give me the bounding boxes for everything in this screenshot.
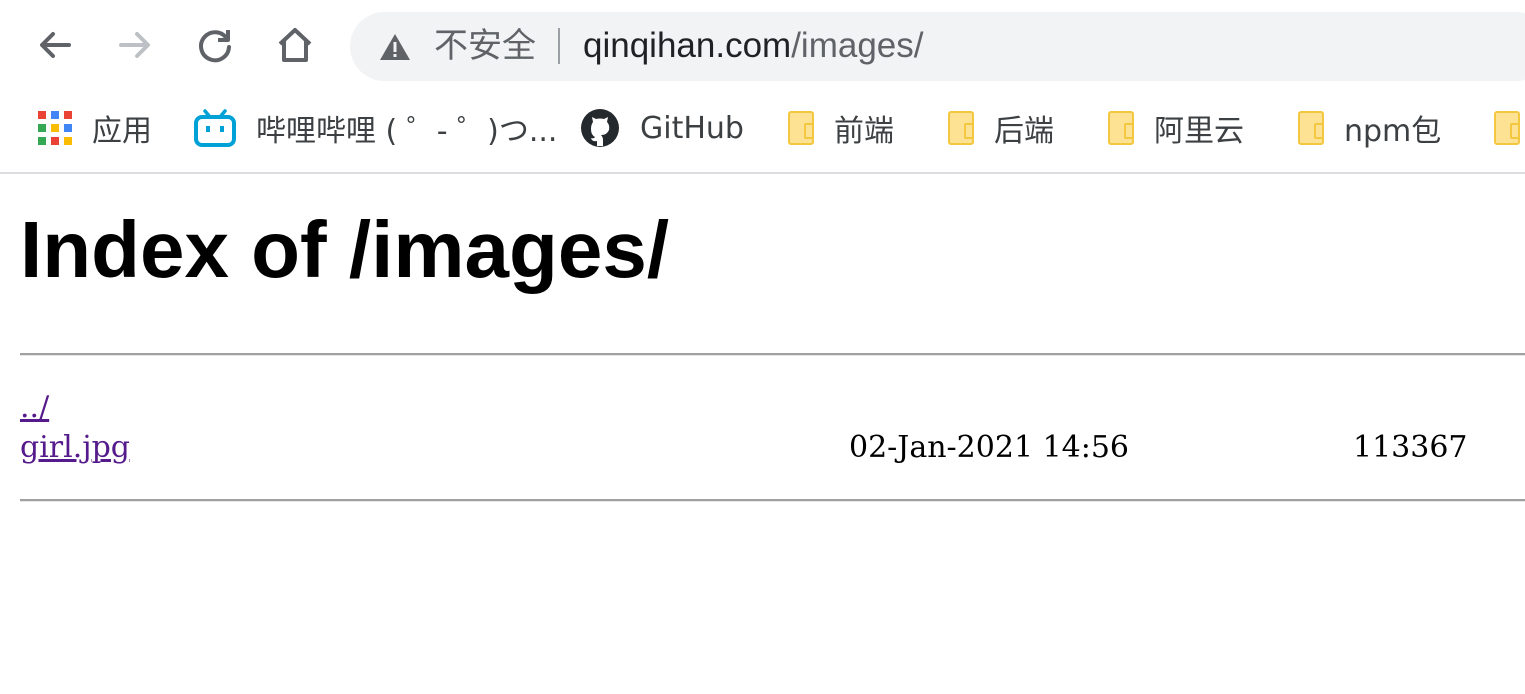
warning-icon[interactable] xyxy=(378,32,412,62)
security-label[interactable]: 不安全 xyxy=(434,25,536,67)
bookmark-bilibili[interactable]: 哔哩哔哩 ( ゜- ゜)つ... xyxy=(194,106,557,150)
parent-directory-link[interactable]: ../ xyxy=(20,390,49,425)
folder-icon xyxy=(948,111,974,145)
bookmark-folder-npm[interactable]: npm包 xyxy=(1298,106,1441,150)
url-text[interactable]: qinqihan.com/images/ xyxy=(583,25,923,67)
home-button[interactable] xyxy=(272,22,318,68)
bookmark-label: npm包 xyxy=(1344,114,1442,149)
bookmark-github[interactable]: GitHub xyxy=(580,106,744,150)
forward-button[interactable] xyxy=(112,22,158,68)
bookmark-label: 阿里云 xyxy=(1154,114,1244,149)
bookmark-folder-backend[interactable]: 后端 xyxy=(948,106,1054,150)
url-host: qinqihan.com xyxy=(583,26,792,65)
page-title: Index of /images/ xyxy=(20,205,670,294)
home-icon xyxy=(278,28,312,62)
github-icon xyxy=(581,109,619,147)
folder-icon xyxy=(1494,111,1520,145)
bookmark-folder-aliyun[interactable]: 阿里云 xyxy=(1108,106,1244,150)
file-link[interactable]: girl.jpg xyxy=(20,430,130,465)
bookmarks-bar: 应用 哔哩哔哩 ( ゜- ゜)つ... GitHub 前端 后端 阿里云 npm… xyxy=(0,92,1525,174)
bookmark-apps[interactable]: 应用 xyxy=(38,106,152,150)
bookmark-label: 应用 xyxy=(92,114,152,149)
file-date: 02-Jan-2021 14:56 xyxy=(849,430,1130,465)
bookmark-label: GitHub xyxy=(640,110,744,146)
back-button[interactable] xyxy=(32,22,78,68)
folder-icon xyxy=(1108,111,1134,145)
bookmark-label: 后端 xyxy=(994,114,1054,149)
apps-grid-icon xyxy=(38,111,72,145)
reload-button[interactable] xyxy=(192,22,238,68)
bookmark-folder-frontend[interactable]: 前端 xyxy=(788,106,894,150)
file-size: 113367 xyxy=(1353,430,1468,465)
url-path: /images/ xyxy=(791,26,924,65)
divider xyxy=(20,353,1525,356)
folder-icon xyxy=(1298,111,1324,145)
reload-icon xyxy=(199,30,231,63)
browser-toolbar: 不安全 qinqihan.com/images/ xyxy=(0,0,1525,92)
arrow-left-icon xyxy=(40,32,71,58)
bilibili-icon xyxy=(194,109,236,147)
arrow-right-icon xyxy=(119,32,150,58)
bookmark-folder-overflow[interactable] xyxy=(1494,106,1520,150)
divider xyxy=(20,499,1525,502)
folder-icon xyxy=(788,111,814,145)
bookmark-label: 哔哩哔哩 ( ゜- ゜)つ... xyxy=(256,114,558,149)
address-bar[interactable]: 不安全 qinqihan.com/images/ xyxy=(350,12,1525,81)
divider xyxy=(558,28,560,64)
bookmark-label: 前端 xyxy=(834,114,894,149)
